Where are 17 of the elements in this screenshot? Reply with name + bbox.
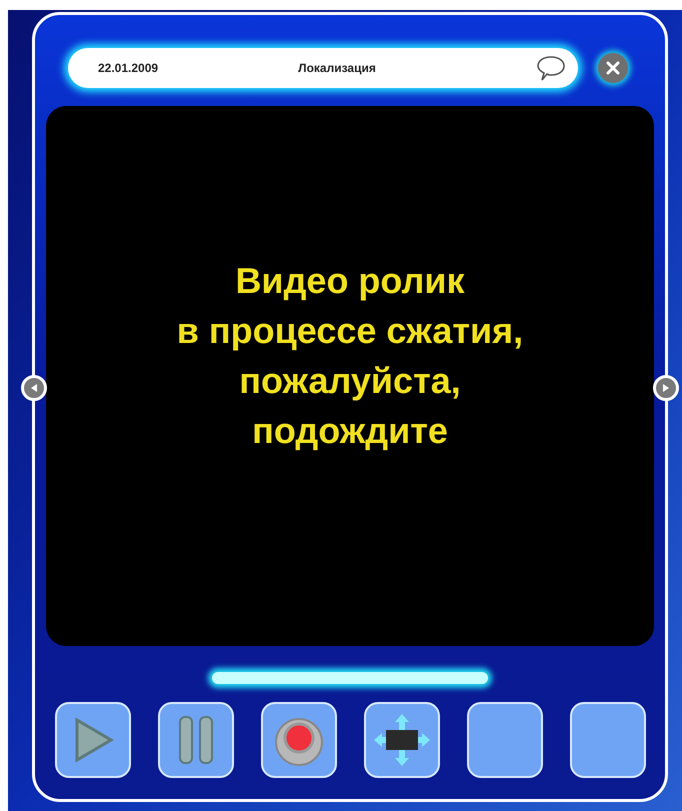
close-button[interactable] <box>598 53 628 83</box>
left-arrow-button[interactable] <box>21 375 47 401</box>
speech-bubble-icon[interactable] <box>536 54 566 82</box>
header-title: Локализация <box>297 60 377 77</box>
right-triangle-icon <box>661 383 671 393</box>
left-triangle-icon <box>29 383 39 393</box>
right-arrow-button[interactable] <box>653 375 679 401</box>
date-text: 22.01.2009 <box>98 60 160 77</box>
status-message: Видео ролик в процессе сжатия, пожалуйста, подождите <box>176 259 524 453</box>
pause-button[interactable] <box>158 702 234 778</box>
blank-button[interactable] <box>466 702 542 778</box>
close-icon <box>606 61 620 75</box>
move-button[interactable] <box>364 702 440 778</box>
record-button[interactable] <box>260 702 336 778</box>
move-arrows-icon <box>372 712 432 768</box>
blank-button[interactable] <box>570 702 646 778</box>
play-button[interactable] <box>54 702 130 778</box>
